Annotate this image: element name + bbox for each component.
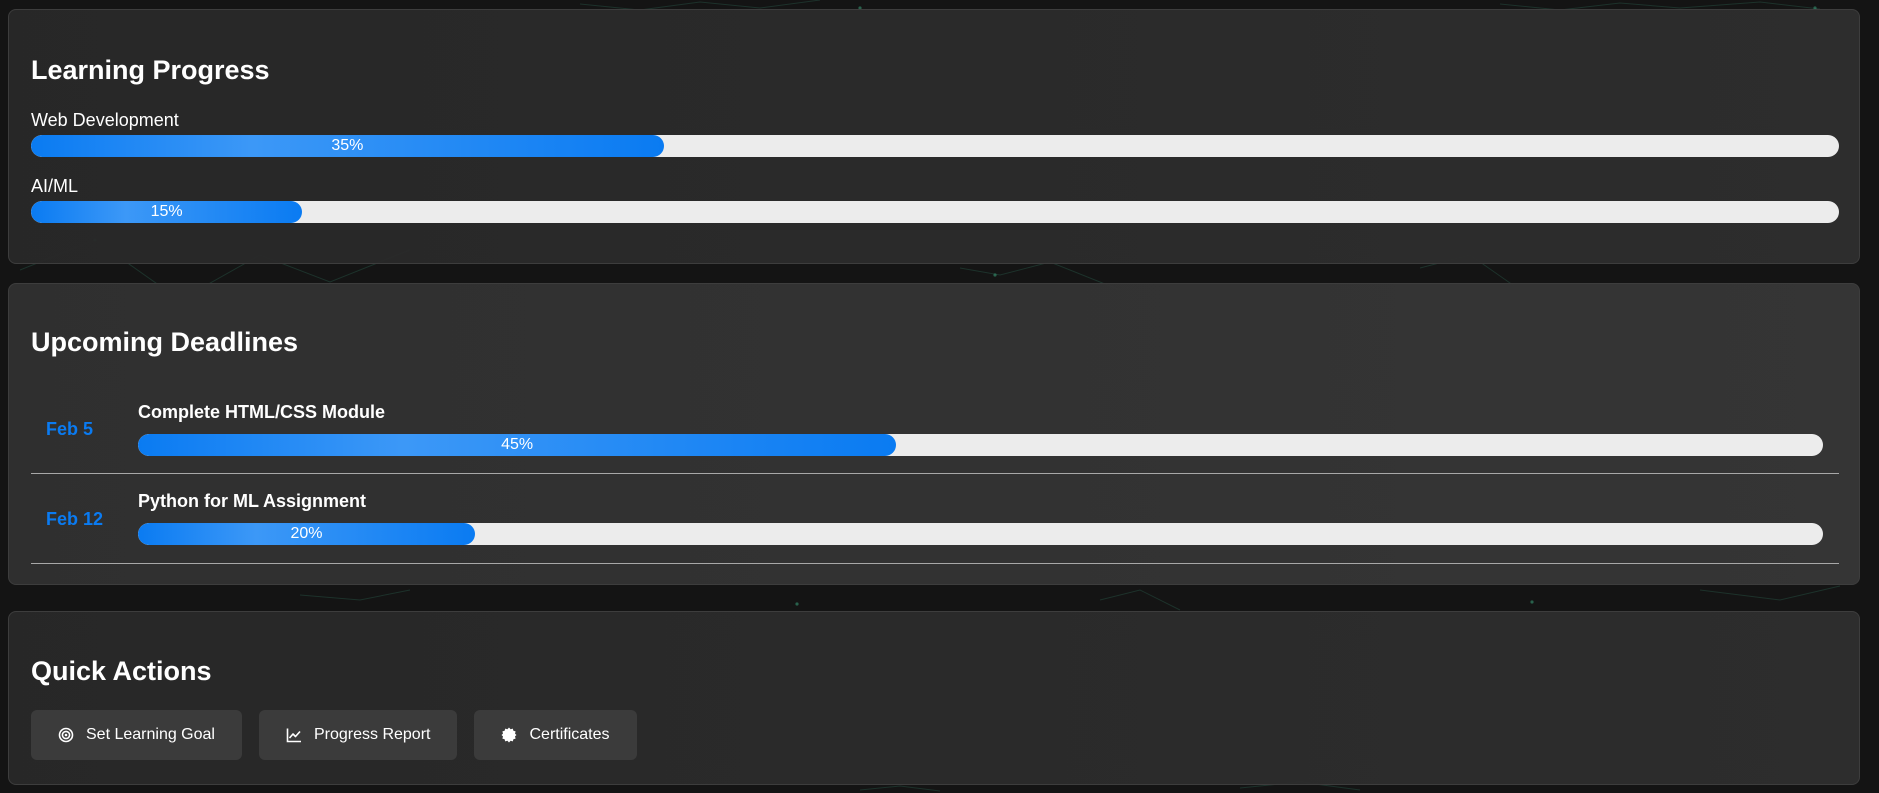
deadline-item[interactable]: Feb 5 Complete HTML/CSS Module 45% xyxy=(31,385,1839,474)
deadline-title: Complete HTML/CSS Module xyxy=(138,402,385,422)
upcoming-deadlines-title: Upcoming Deadlines xyxy=(31,327,299,357)
course-progress-item: Web Development 35% xyxy=(31,110,1839,157)
button-label: Certificates xyxy=(529,726,610,743)
progress-bar-fill: 20% xyxy=(138,523,475,545)
certificates-button[interactable]: Certificates xyxy=(474,710,637,760)
deadline-title: Python for ML Assignment xyxy=(138,491,367,511)
learning-progress-title: Learning Progress xyxy=(31,55,270,85)
target-icon xyxy=(58,727,74,743)
progress-bar-fill: 15% xyxy=(31,201,303,223)
button-label: Set Learning Goal xyxy=(86,726,215,743)
progress-bar: 20% xyxy=(138,523,1823,545)
certificate-icon xyxy=(501,727,517,743)
learning-progress-card: Learning Progress Web Development 35% AI… xyxy=(8,9,1860,264)
progress-bar-fill: 35% xyxy=(31,135,664,157)
course-label: Web Development xyxy=(31,110,179,130)
deadline-body: Python for ML Assignment 20% xyxy=(138,491,1823,545)
deadline-date: Feb 12 xyxy=(46,508,104,529)
deadline-body: Complete HTML/CSS Module 45% xyxy=(138,402,1823,456)
progress-bar: 35% xyxy=(31,135,1839,157)
progress-percent: 35% xyxy=(331,137,364,154)
progress-bar: 45% xyxy=(138,434,1823,456)
course-label: AI/ML xyxy=(31,176,79,196)
quick-actions-card: Quick Actions Set Learning Goal Progress… xyxy=(8,611,1860,785)
progress-percent: 45% xyxy=(501,436,534,453)
progress-bar: 15% xyxy=(31,201,1839,223)
progress-report-button[interactable]: Progress Report xyxy=(258,710,458,760)
line-chart-icon xyxy=(286,727,302,743)
deadline-item[interactable]: Feb 12 Python for ML Assignment 20% xyxy=(31,475,1839,564)
set-learning-goal-button[interactable]: Set Learning Goal xyxy=(31,710,242,760)
progress-percent: 15% xyxy=(150,203,183,220)
quick-actions-title: Quick Actions xyxy=(31,656,212,686)
button-label: Progress Report xyxy=(313,726,431,743)
quick-actions-toolbar: Set Learning Goal Progress Report Certif… xyxy=(31,710,637,760)
upcoming-deadlines-card: Upcoming Deadlines Feb 5 Complete HTML/C… xyxy=(8,283,1860,585)
deadline-date: Feb 5 xyxy=(46,418,94,439)
progress-bar-fill: 45% xyxy=(138,434,897,456)
progress-percent: 20% xyxy=(290,525,323,542)
course-progress-item: AI/ML 15% xyxy=(31,176,1839,223)
